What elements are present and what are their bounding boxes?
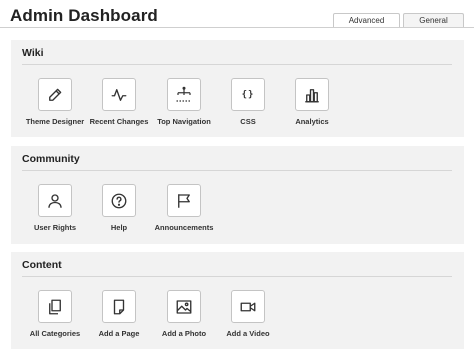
tool-label: Analytics xyxy=(295,117,329,126)
section-community: Community User Rights Help Announcements xyxy=(11,146,464,244)
tool-add-a-video[interactable]: Add a Video xyxy=(211,290,285,342)
tool-tile[interactable] xyxy=(167,78,201,111)
tool-tile[interactable] xyxy=(38,290,72,323)
header-divider xyxy=(0,27,474,28)
flag-icon xyxy=(178,193,190,208)
tab-general[interactable]: General xyxy=(403,13,464,28)
question-circle-icon xyxy=(111,193,127,208)
page-title: Admin Dashboard xyxy=(10,6,158,25)
section-divider xyxy=(22,276,452,277)
tool-announcements[interactable]: Announcements xyxy=(147,184,221,236)
dashboard-header: Admin Dashboard Advanced General xyxy=(0,0,474,30)
photo-icon xyxy=(176,299,192,314)
copy-pages-icon xyxy=(49,299,61,314)
section-divider xyxy=(22,64,452,65)
section-title-wiki: Wiki xyxy=(22,47,44,59)
page-icon xyxy=(113,299,125,314)
tool-tile[interactable] xyxy=(167,184,201,217)
curly-braces-icon: {} xyxy=(241,89,255,100)
tool-tile[interactable] xyxy=(102,78,136,111)
tool-tile[interactable] xyxy=(102,290,136,323)
tool-tile[interactable]: {} xyxy=(231,78,265,111)
sitemap-icon xyxy=(176,86,192,102)
section-wiki: Wiki Theme Designer Recent Changes Top N… xyxy=(11,40,464,137)
tool-analytics[interactable]: Analytics xyxy=(275,78,349,130)
tool-tile[interactable] xyxy=(167,290,201,323)
bar-chart-icon xyxy=(305,88,319,102)
tool-tile[interactable] xyxy=(102,184,136,217)
tab-advanced[interactable]: Advanced xyxy=(333,13,400,28)
section-divider xyxy=(22,170,452,171)
section-title-content: Content xyxy=(22,259,62,271)
section-content: Content All Categories Add a Page Add a … xyxy=(11,252,464,349)
tool-tile[interactable] xyxy=(38,78,72,111)
section-title-community: Community xyxy=(22,153,80,165)
user-icon xyxy=(48,193,62,208)
video-camera-icon xyxy=(240,302,256,311)
pencil-icon xyxy=(49,88,62,101)
tool-tile[interactable] xyxy=(295,78,329,111)
tool-label: Announcements xyxy=(154,223,214,232)
tool-tile[interactable] xyxy=(231,290,265,323)
tool-label: Add a Video xyxy=(226,329,270,338)
activity-pulse-icon xyxy=(111,88,127,101)
tool-tile[interactable] xyxy=(38,184,72,217)
